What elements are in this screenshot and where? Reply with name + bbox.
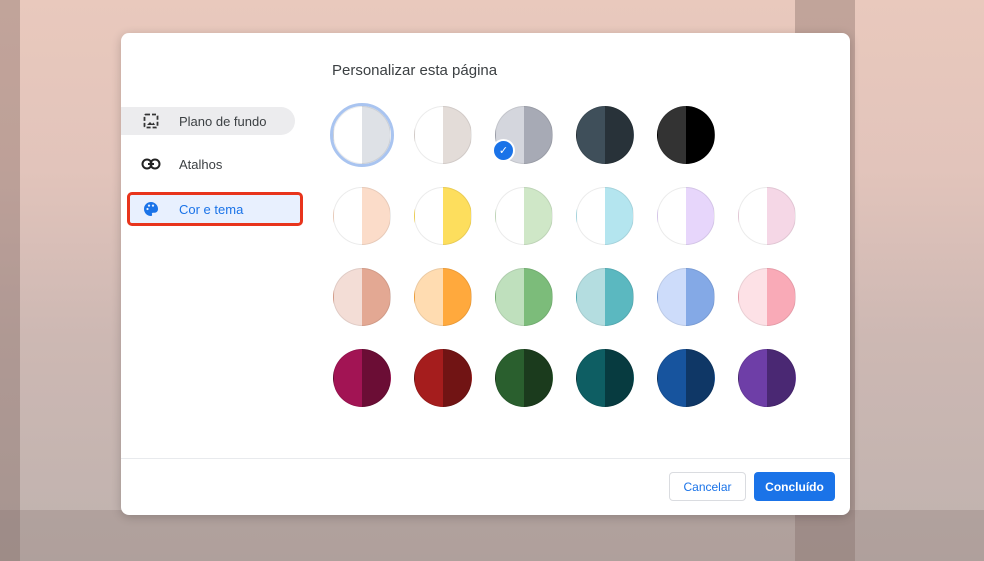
color-swatch[interactable]: [657, 187, 715, 245]
sidebar-item-color-theme[interactable]: Cor e tema: [127, 192, 303, 226]
palette-icon: [141, 201, 161, 217]
image-icon: [141, 113, 161, 129]
sidebar-item-shortcuts[interactable]: Atalhos: [121, 150, 295, 178]
footer-divider: [121, 458, 850, 459]
color-swatch[interactable]: [495, 268, 553, 326]
color-swatch[interactable]: [657, 106, 715, 164]
color-swatch[interactable]: [576, 349, 634, 407]
link-icon: [141, 158, 161, 170]
sidebar-item-label: Plano de fundo: [179, 113, 267, 129]
color-swatch[interactable]: [414, 187, 472, 245]
color-swatch[interactable]: [330, 103, 394, 167]
color-swatch[interactable]: [576, 187, 634, 245]
background-bridge-road: [0, 510, 984, 561]
color-swatch[interactable]: [738, 268, 796, 326]
sidebar-item-label: Atalhos: [179, 156, 223, 172]
sidebar-item-background[interactable]: Plano de fundo: [121, 107, 295, 135]
color-swatch[interactable]: [495, 349, 553, 407]
cancel-button[interactable]: Cancelar: [669, 472, 746, 501]
color-swatch[interactable]: [738, 349, 796, 407]
selected-check-icon: ✓: [492, 139, 515, 162]
color-swatch[interactable]: [414, 106, 472, 164]
color-swatch[interactable]: [333, 268, 391, 326]
color-swatch[interactable]: [333, 349, 391, 407]
dialog-title: Personalizar esta página: [332, 62, 498, 79]
background-bridge-tower: [0, 0, 20, 561]
color-swatch[interactable]: [657, 268, 715, 326]
color-swatch[interactable]: [495, 187, 553, 245]
color-swatch[interactable]: [576, 268, 634, 326]
color-swatch[interactable]: [414, 349, 472, 407]
done-button[interactable]: Concluído: [754, 472, 835, 501]
color-swatch[interactable]: [738, 187, 796, 245]
color-swatch[interactable]: [657, 349, 715, 407]
color-swatch[interactable]: [414, 268, 472, 326]
color-swatch[interactable]: [576, 106, 634, 164]
sidebar-item-label: Cor e tema: [179, 201, 244, 217]
color-swatch[interactable]: [333, 187, 391, 245]
customize-dialog: Personalizar esta página Plano de fundo …: [121, 33, 850, 515]
